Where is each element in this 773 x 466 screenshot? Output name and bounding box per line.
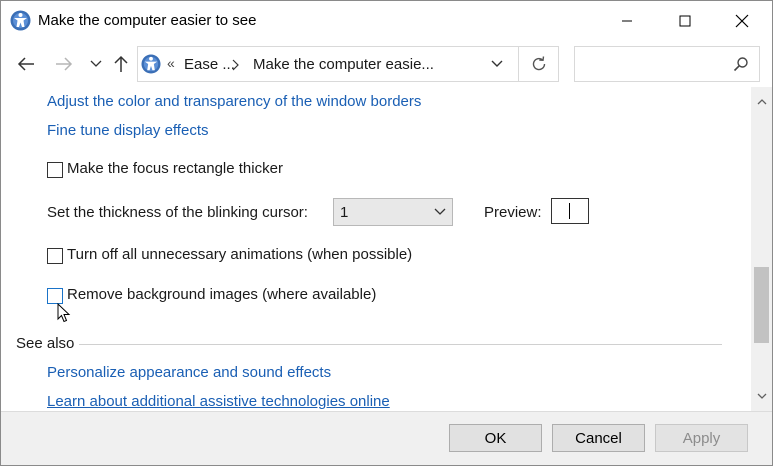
chevron-down-icon: [434, 208, 446, 215]
close-icon: [735, 14, 749, 28]
background-images-label[interactable]: Remove background images (where availabl…: [67, 286, 376, 303]
breadcrumb-current-page[interactable]: Make the computer easie...: [253, 56, 434, 73]
focus-rectangle-checkbox[interactable]: [47, 162, 63, 178]
chevron-right-icon[interactable]: [232, 59, 240, 71]
animations-checkbox[interactable]: [47, 248, 63, 264]
back-button[interactable]: [13, 51, 39, 77]
link-assistive-technologies[interactable]: Learn about additional assistive technol…: [47, 393, 390, 410]
dialog-footer: OK Cancel Apply: [1, 411, 772, 465]
text-cursor-preview: [569, 203, 570, 219]
navigation-bar: « Ease ... Make the computer easie...: [1, 41, 772, 87]
see-also-divider: [79, 344, 722, 345]
breadcrumb-overflow[interactable]: «: [167, 55, 175, 71]
breadcrumb-ease-of-access[interactable]: Ease ...: [184, 56, 235, 73]
forward-button[interactable]: [51, 51, 77, 77]
scrollbar-thumb[interactable]: [754, 267, 769, 343]
focus-rectangle-label[interactable]: Make the focus rectangle thicker: [67, 160, 283, 177]
search-input[interactable]: [575, 47, 725, 81]
mouse-cursor-icon: [57, 303, 71, 323]
up-button[interactable]: [108, 51, 134, 77]
background-images-checkbox[interactable]: [47, 288, 63, 304]
search-box[interactable]: [574, 46, 760, 82]
settings-content: Adjust the color and transparency of the…: [1, 87, 751, 411]
title-bar: Make the computer easier to see: [1, 1, 772, 41]
forward-arrow-icon: [56, 57, 73, 71]
maximize-icon: [679, 15, 691, 27]
cursor-thickness-label: Set the thickness of the blinking cursor…: [47, 204, 308, 221]
minimize-icon: [622, 20, 632, 22]
ok-button[interactable]: OK: [449, 424, 542, 452]
chevron-up-icon: [757, 99, 766, 105]
chevron-down-icon: [90, 60, 102, 67]
scroll-up-button[interactable]: [751, 87, 772, 117]
link-window-borders[interactable]: Adjust the color and transparency of the…: [47, 93, 421, 110]
preview-label: Preview:: [484, 204, 542, 221]
apply-button[interactable]: Apply: [655, 424, 748, 452]
address-bar[interactable]: « Ease ... Make the computer easie...: [137, 46, 519, 82]
cursor-thickness-value: 1: [340, 204, 349, 221]
cancel-button[interactable]: Cancel: [552, 424, 645, 452]
cursor-preview: [551, 198, 589, 224]
link-display-effects[interactable]: Fine tune display effects: [47, 122, 208, 139]
maximize-button[interactable]: [656, 1, 714, 41]
chevron-down-icon[interactable]: [490, 57, 504, 71]
refresh-icon: [532, 56, 545, 71]
refresh-button[interactable]: [519, 46, 559, 82]
animations-label[interactable]: Turn off all unnecessary animations (whe…: [67, 246, 412, 263]
vertical-scrollbar[interactable]: [751, 87, 772, 411]
control-panel-icon: [141, 54, 161, 74]
dialog-window: Make the computer easier to see « Ease .…: [0, 0, 773, 466]
up-arrow-icon: [114, 55, 128, 72]
search-icon[interactable]: [733, 56, 749, 72]
control-panel-icon: [10, 10, 31, 31]
back-arrow-icon: [17, 57, 34, 71]
minimize-button[interactable]: [598, 1, 656, 41]
see-also-heading: See also: [16, 335, 75, 352]
window-title: Make the computer easier to see: [38, 12, 257, 29]
close-button[interactable]: [713, 1, 771, 41]
recent-locations-button[interactable]: [83, 51, 109, 77]
chevron-down-icon: [757, 393, 766, 399]
link-personalize[interactable]: Personalize appearance and sound effects: [47, 364, 331, 381]
scroll-down-button[interactable]: [751, 381, 772, 411]
cursor-thickness-select[interactable]: 1: [333, 198, 453, 226]
